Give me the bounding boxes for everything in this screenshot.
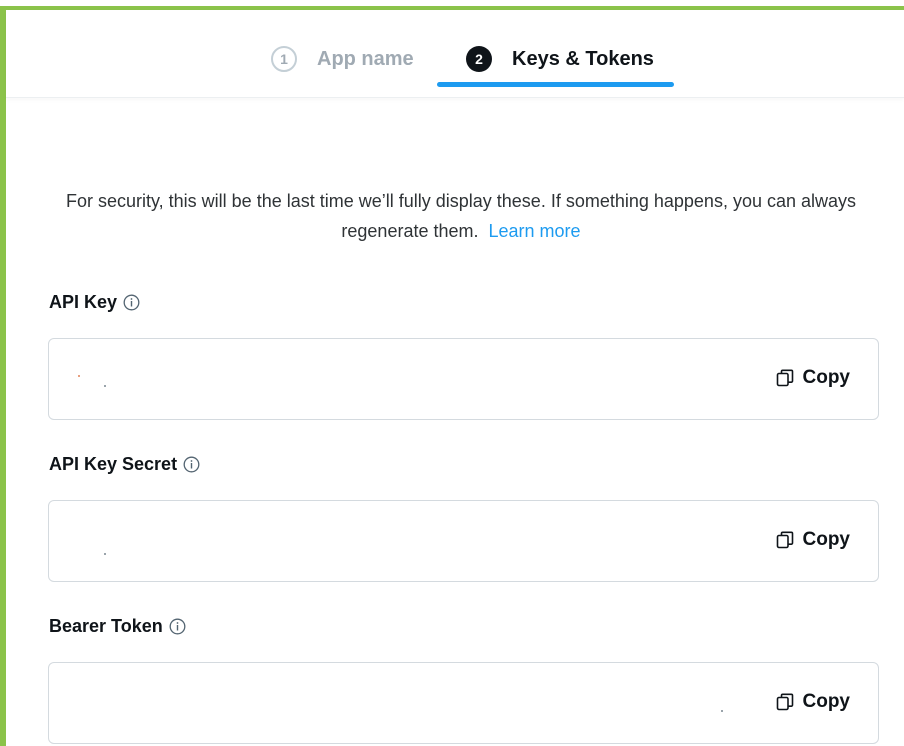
security-notice: For security, this will be the last time…	[40, 186, 882, 246]
field-label-text: Bearer Token	[49, 616, 163, 636]
field-label-text: API Key	[49, 292, 118, 312]
masked-value-fragment	[104, 385, 106, 387]
api-key-secret-label: API Key Secret	[49, 454, 200, 475]
masked-value-fragment	[104, 553, 106, 555]
copy-icon	[776, 369, 793, 387]
step-number-badge: 2	[466, 46, 492, 72]
bearer-token-label: Bearer Token	[49, 616, 186, 637]
copy-api-key-secret-button[interactable]: Copy	[776, 529, 851, 551]
copy-icon	[776, 531, 793, 549]
learn-more-link[interactable]: Learn more	[489, 221, 581, 241]
bearer-token-field[interactable]: Copy	[48, 662, 879, 744]
api-key-label: API Key	[49, 292, 140, 313]
copy-icon	[776, 693, 793, 711]
copy-bearer-token-button[interactable]: Copy	[776, 691, 851, 713]
security-notice-text: For security, this will be the last time…	[65, 191, 857, 241]
field-label-text: API Key Secret	[49, 454, 178, 474]
masked-value-fragment	[721, 710, 723, 712]
step-label: Keys & Tokens	[512, 47, 654, 70]
copy-label: Copy	[802, 367, 851, 388]
masked-value-fragment	[78, 375, 80, 377]
api-key-field[interactable]: Copy	[48, 338, 879, 420]
step-keys-and-tokens[interactable]: 2 Keys & Tokens	[466, 46, 654, 72]
step-app-name[interactable]: 1 App name	[271, 46, 414, 72]
copy-label: Copy	[802, 529, 851, 550]
info-circle-icon[interactable]	[169, 618, 186, 635]
info-circle-icon[interactable]	[183, 456, 200, 473]
frame-border-left	[0, 6, 6, 746]
api-key-secret-field[interactable]: Copy	[48, 500, 879, 582]
step-label: App name	[317, 47, 414, 70]
info-circle-icon[interactable]	[123, 294, 140, 311]
copy-api-key-button[interactable]: Copy	[776, 367, 851, 389]
step-number-badge: 1	[271, 46, 297, 72]
active-step-indicator	[437, 82, 674, 87]
copy-label: Copy	[802, 691, 851, 712]
